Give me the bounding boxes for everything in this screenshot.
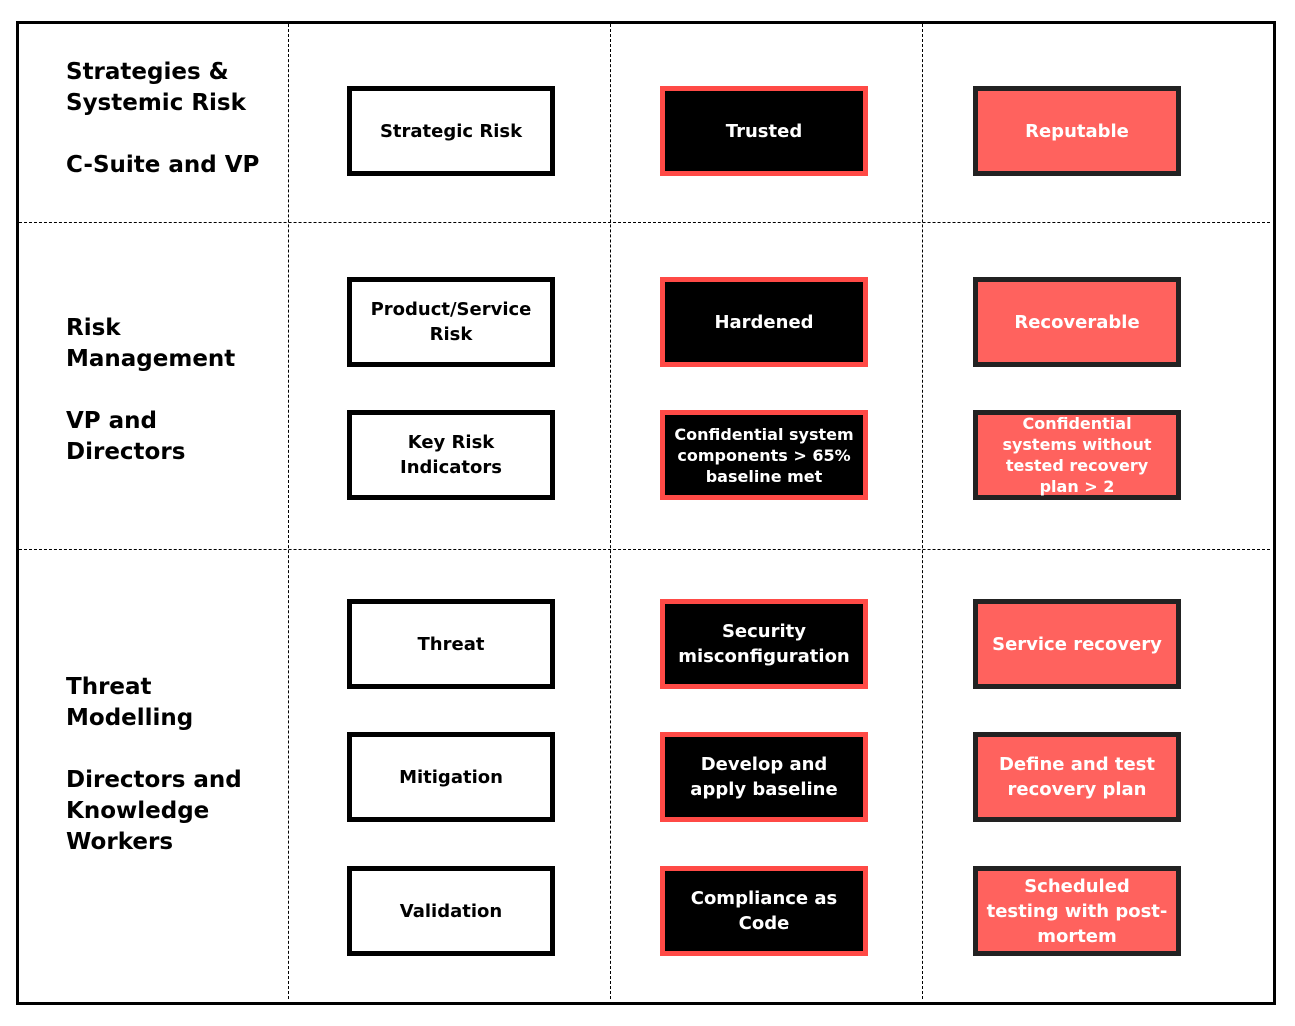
row-audience: VP and Directors <box>66 408 186 465</box>
row-audience: C-Suite and VP <box>66 152 260 178</box>
column-divider <box>288 24 289 999</box>
resilience-box: Confidential systems without tested reco… <box>973 410 1181 500</box>
risk-box: Product/Service Risk <box>347 277 555 367</box>
row-audience: Directors and Knowledge Workers <box>66 767 242 855</box>
security-box: Confidential system components > 65% bas… <box>660 410 868 500</box>
row-divider <box>19 222 1270 223</box>
row-title: Threat Modelling <box>66 674 194 731</box>
resilience-box: Reputable <box>973 86 1181 176</box>
row-title: Strategies & Systemic Risk <box>66 59 246 116</box>
risk-box: Threat <box>347 599 555 689</box>
security-box: Compliance as Code <box>660 866 868 956</box>
row-divider <box>19 549 1270 550</box>
column-divider <box>610 24 611 999</box>
resilience-box: Scheduled testing with post-mortem <box>973 866 1181 956</box>
row-title: Risk Management <box>66 315 236 372</box>
security-box: Trusted <box>660 86 868 176</box>
risk-box: Key Risk Indicators <box>347 410 555 500</box>
security-box: Develop and apply baseline <box>660 732 868 822</box>
security-box: Hardened <box>660 277 868 367</box>
security-box: Security misconfiguration <box>660 599 868 689</box>
risk-box: Validation <box>347 866 555 956</box>
row-label-risk-management: Risk Management VP and Directors <box>66 313 236 468</box>
row-label-strategies: Strategies & Systemic Risk C-Suite and V… <box>66 57 266 181</box>
column-divider <box>922 24 923 999</box>
resilience-box: Define and test recovery plan <box>973 732 1181 822</box>
risk-box: Strategic Risk <box>347 86 555 176</box>
risk-box: Mitigation <box>347 732 555 822</box>
resilience-box: Service recovery <box>973 599 1181 689</box>
row-label-threat-modelling: Threat Modelling Directors and Knowledge… <box>66 672 256 858</box>
resilience-box: Recoverable <box>973 277 1181 367</box>
